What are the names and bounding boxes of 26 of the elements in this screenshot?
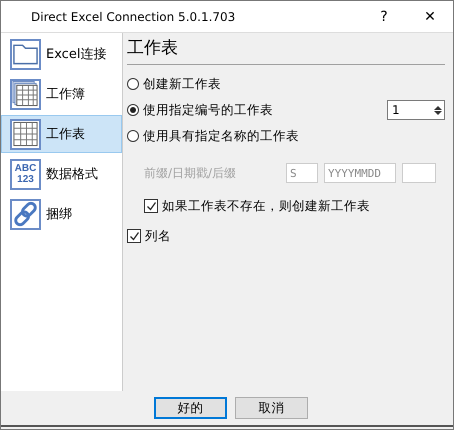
format-icon: ABC 123 xyxy=(14,163,36,185)
spreadsheet-icon xyxy=(12,120,39,148)
link-icon xyxy=(12,200,39,228)
checkmark-icon xyxy=(146,200,156,212)
name-parts-label: 前缀/日期戳/后缀 xyxy=(144,164,238,182)
sidebar-item[interactable]: 工作簿 xyxy=(1,75,122,113)
checkbox[interactable] xyxy=(144,199,158,213)
help-button[interactable]: ? xyxy=(361,1,407,32)
number-spinner[interactable]: 1 xyxy=(387,100,445,120)
radio-option[interactable]: 创建新工作表 xyxy=(127,76,221,92)
radio-option[interactable]: 使用指定编号的工作表 xyxy=(127,102,273,118)
close-button[interactable]: ✕ xyxy=(407,1,453,32)
sidebar-item[interactable]: 捆绑 xyxy=(1,195,122,233)
folder-icon xyxy=(12,42,39,66)
sidebar-item[interactable]: 工作表 xyxy=(1,115,122,153)
section-title: 工作表 xyxy=(127,37,179,60)
dialog-button[interactable]: 取消 xyxy=(235,397,308,419)
radio-option[interactable]: 使用具有指定名称的工作表 xyxy=(127,128,299,144)
dialog-button[interactable]: 好的 xyxy=(154,397,227,419)
window-title: Direct Excel Connection 5.0.1.703 xyxy=(31,10,236,24)
checkmark-icon xyxy=(128,230,140,242)
sidebar-item[interactable]: Excel连接 xyxy=(1,35,122,73)
checkbox[interactable] xyxy=(127,229,141,243)
checkbox-option[interactable]: 列名 xyxy=(127,223,445,249)
checkbox-option[interactable]: 如果工作表不存在，则创建新工作表 xyxy=(127,193,445,219)
spreadsheet-stack-icon xyxy=(12,80,39,108)
